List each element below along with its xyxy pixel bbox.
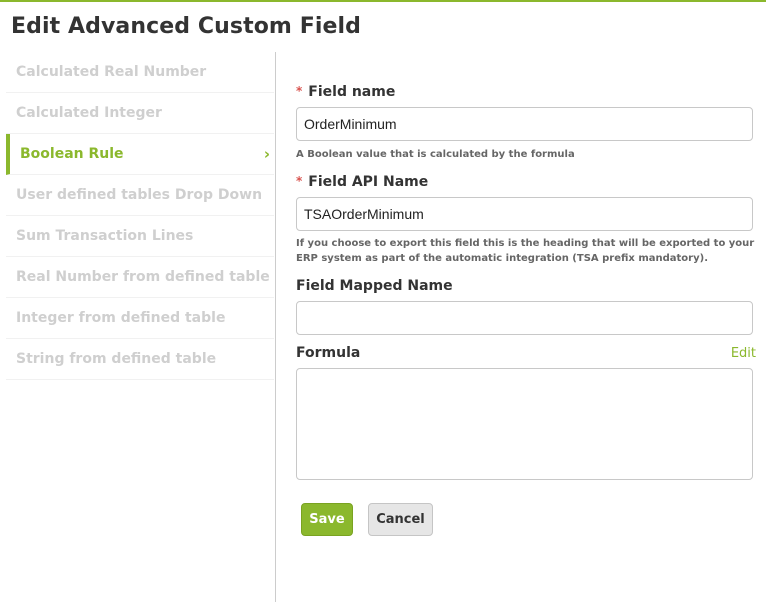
chevron-right-icon: › [263,145,270,163]
sidebar-item-label: User defined tables Drop Down [16,187,263,203]
required-marker: * [296,84,303,98]
sidebar-item-real-number-from-defined-table[interactable]: Real Number from defined table [6,257,274,298]
formula-edit-link[interactable]: Edit [731,346,756,361]
formula-textarea[interactable] [296,368,753,480]
field-api-name-input[interactable] [296,197,753,231]
field-name-input[interactable] [296,107,753,141]
save-button[interactable]: Save [301,503,353,536]
sidebar-item-label: Calculated Integer [16,105,162,121]
field-api-name-help: If you choose to export this field this … [296,238,755,264]
sidebar-item-label: Integer from defined table [16,310,226,326]
field-api-name-label: * Field API Name [296,174,429,190]
formula-label: Formula [296,345,361,361]
sidebar-item-calculated-integer[interactable]: Calculated Integer [6,93,274,134]
field-mapped-name-label: Field Mapped Name [296,278,453,294]
sidebar-item-label: Boolean Rule [20,146,124,162]
sidebar-item-sum-transaction-lines[interactable]: Sum Transaction Lines [6,216,274,257]
top-accent-bar [0,0,766,2]
vertical-divider [275,52,276,602]
sidebar-item-label: Calculated Real Number [16,64,207,80]
sidebar-item-label: Sum Transaction Lines [16,228,194,244]
field-mapped-name-input[interactable] [296,301,753,335]
sidebar-item-integer-from-defined-table[interactable]: Integer from defined table [6,298,274,339]
sidebar-item-label: String from defined table [16,351,217,367]
sidebar-item-user-defined-tables-drop-down[interactable]: User defined tables Drop Down [6,175,274,216]
field-name-help: A Boolean value that is calculated by th… [296,149,575,160]
required-marker: * [296,174,303,188]
cancel-button[interactable]: Cancel [368,503,433,536]
page-title: Edit Advanced Custom Field [11,14,361,39]
sidebar: Calculated Real Number Calculated Intege… [6,52,274,380]
sidebar-item-label: Real Number from defined table [16,269,270,285]
sidebar-item-boolean-rule[interactable]: Boolean Rule › [6,134,274,175]
sidebar-item-calculated-real-number[interactable]: Calculated Real Number [6,52,274,93]
sidebar-item-string-from-defined-table[interactable]: String from defined table [6,339,274,380]
field-name-label: * Field name [296,84,396,100]
